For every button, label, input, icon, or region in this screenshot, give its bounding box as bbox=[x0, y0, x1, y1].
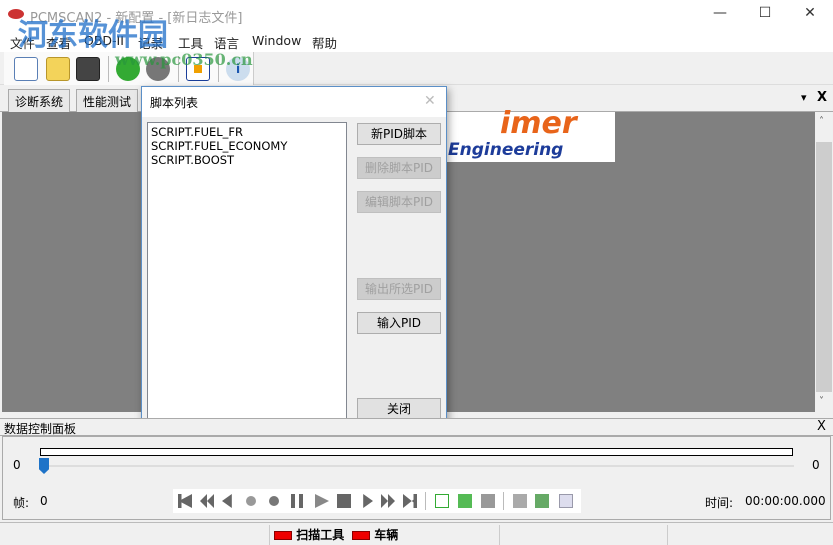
list-item[interactable]: SCRIPT.FUEL_ECONOMY bbox=[151, 139, 343, 153]
slider-max-label: 0 bbox=[812, 458, 820, 472]
last-frame-icon[interactable] bbox=[403, 494, 417, 508]
time-value: 00:00:00.000 bbox=[745, 494, 826, 508]
script-list-dialog: 脚本列表 ✕ SCRIPT.FUEL_FR SCRIPT.FUEL_ECONOM… bbox=[141, 86, 447, 426]
stop-icon[interactable] bbox=[337, 494, 351, 508]
status-bar: 扫描工具 车辆 bbox=[0, 522, 833, 545]
new-file-icon[interactable] bbox=[14, 57, 38, 81]
open-folder-icon[interactable] bbox=[46, 57, 70, 81]
zoom-grid-icon[interactable] bbox=[559, 494, 573, 508]
add-marker-icon[interactable] bbox=[513, 494, 527, 508]
edit-script-pid-button[interactable]: 编辑脚本PID bbox=[357, 191, 441, 213]
import-pid-button[interactable]: 输入PID bbox=[357, 312, 441, 334]
step-forward-icon[interactable] bbox=[363, 494, 373, 508]
list-item[interactable]: SCRIPT.FUEL_FR bbox=[151, 125, 343, 139]
export-icon[interactable] bbox=[535, 494, 549, 508]
tab-dropdown-icon[interactable]: ▾ bbox=[801, 91, 807, 104]
export-selected-pid-button[interactable]: 输出所选PID bbox=[357, 278, 441, 300]
menu-window[interactable]: Window bbox=[252, 33, 301, 48]
new-pid-script-button[interactable]: 新PID脚本 bbox=[357, 123, 441, 145]
menu-help[interactable]: 帮助 bbox=[312, 33, 337, 52]
time-label: 时间: bbox=[705, 496, 734, 510]
list-item[interactable]: SCRIPT.BOOST bbox=[151, 153, 343, 167]
maximize-button[interactable]: ☐ bbox=[750, 5, 780, 25]
tab-performance[interactable]: 性能测试 bbox=[76, 89, 139, 112]
save-icon[interactable] bbox=[76, 57, 100, 81]
logo-image: imer Engineering bbox=[440, 106, 615, 162]
data-panel-header: 数据控制面板 X bbox=[0, 418, 833, 436]
fast-forward-icon[interactable] bbox=[381, 494, 395, 508]
pause-icon[interactable] bbox=[291, 494, 303, 508]
tab-diagnostics[interactable]: 诊断系统 bbox=[8, 89, 71, 112]
minimize-button[interactable]: — bbox=[705, 5, 735, 25]
dialog-close-button[interactable]: 关闭 bbox=[357, 398, 441, 420]
progress-bar bbox=[40, 448, 793, 456]
first-frame-icon[interactable] bbox=[178, 494, 192, 508]
frame-value: 0 bbox=[40, 494, 48, 508]
watermark-url: www.pc0350.cn bbox=[115, 50, 253, 69]
record-alt-icon[interactable] bbox=[269, 496, 279, 506]
play-icon[interactable] bbox=[315, 494, 329, 508]
dialog-title: 脚本列表 bbox=[150, 96, 199, 110]
record-icon[interactable] bbox=[246, 496, 256, 506]
dialog-close-icon[interactable]: ✕ bbox=[424, 93, 436, 109]
vertical-scrollbar[interactable]: ˄ ˅ bbox=[815, 112, 833, 412]
tab-close-button[interactable]: X bbox=[817, 90, 827, 105]
panel-title: 数据控制面板 bbox=[4, 422, 77, 436]
rewind-icon[interactable] bbox=[200, 494, 214, 508]
frame-label: 帧: bbox=[13, 496, 30, 510]
frame-slider[interactable] bbox=[42, 465, 794, 467]
delete-script-pid-button[interactable]: 删除脚本PID bbox=[357, 157, 441, 179]
script-listbox[interactable]: SCRIPT.FUEL_FR SCRIPT.FUEL_ECONOMY SCRIP… bbox=[147, 122, 347, 421]
step-back-icon[interactable] bbox=[222, 494, 232, 508]
panel-close-button[interactable]: X bbox=[817, 419, 826, 434]
new-log-icon[interactable] bbox=[435, 494, 449, 508]
close-button[interactable]: ✕ bbox=[795, 5, 825, 25]
open-log-icon[interactable] bbox=[458, 494, 472, 508]
save-log-icon[interactable] bbox=[481, 494, 495, 508]
slider-min-label: 0 bbox=[13, 458, 21, 472]
playback-toolbar bbox=[173, 489, 581, 513]
watermark: 河东软件园 bbox=[18, 18, 168, 53]
